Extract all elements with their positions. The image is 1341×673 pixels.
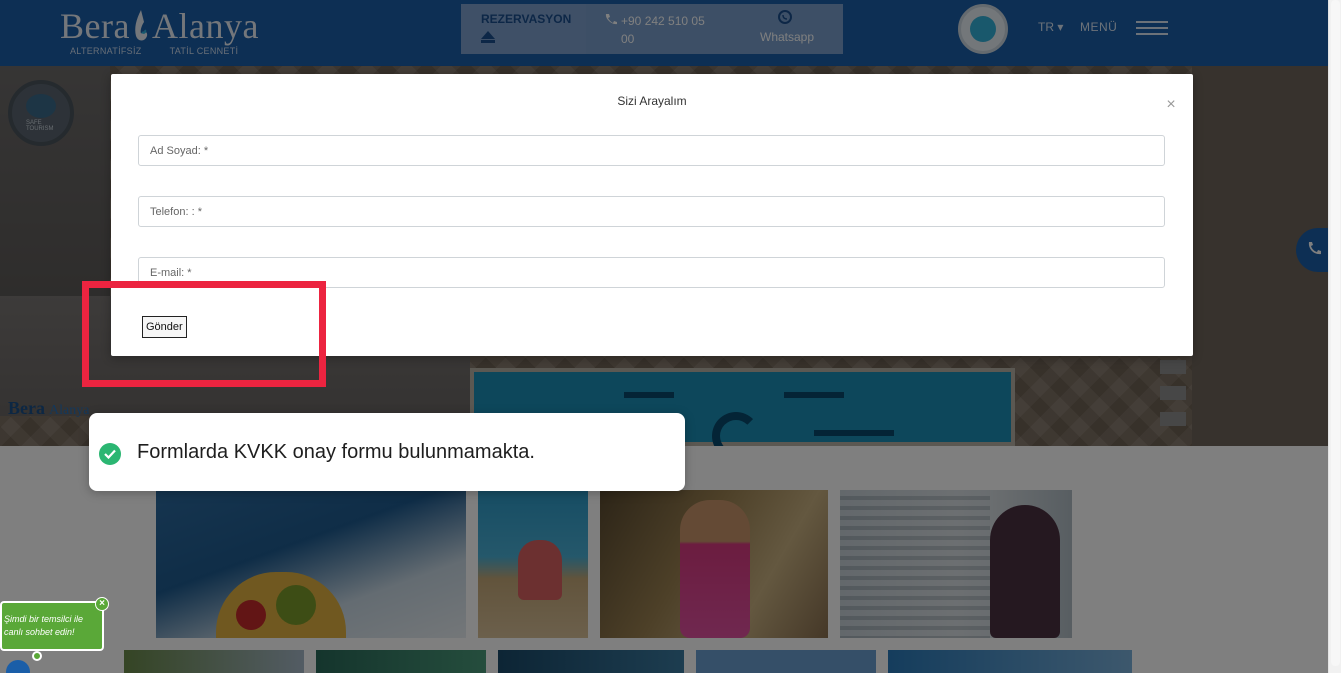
name-field[interactable]	[138, 135, 1165, 166]
annotation-text: Formlarda KVKK onay formu bulunmamakta.	[137, 441, 535, 463]
live-chat-message: Şimdi bir temsilci ile canlı sohbet edin…	[4, 614, 84, 637]
check-icon	[99, 443, 121, 465]
close-icon[interactable]: ×	[1164, 97, 1178, 113]
live-chat-pointer	[32, 651, 42, 661]
live-chat-widget[interactable]: Şimdi bir temsilci ile canlı sohbet edin…	[0, 597, 109, 661]
phone-field[interactable]	[138, 196, 1165, 227]
highlight-box	[82, 281, 326, 387]
live-chat-close-icon[interactable]: ×	[95, 597, 109, 611]
scrollbar-thumb[interactable]	[1331, 0, 1340, 666]
annotation-callout: Formlarda KVKK onay formu bulunmamakta.	[89, 413, 685, 491]
modal-title: Sizi Arayalım	[617, 94, 687, 108]
page-scrollbar[interactable]	[1328, 0, 1341, 673]
